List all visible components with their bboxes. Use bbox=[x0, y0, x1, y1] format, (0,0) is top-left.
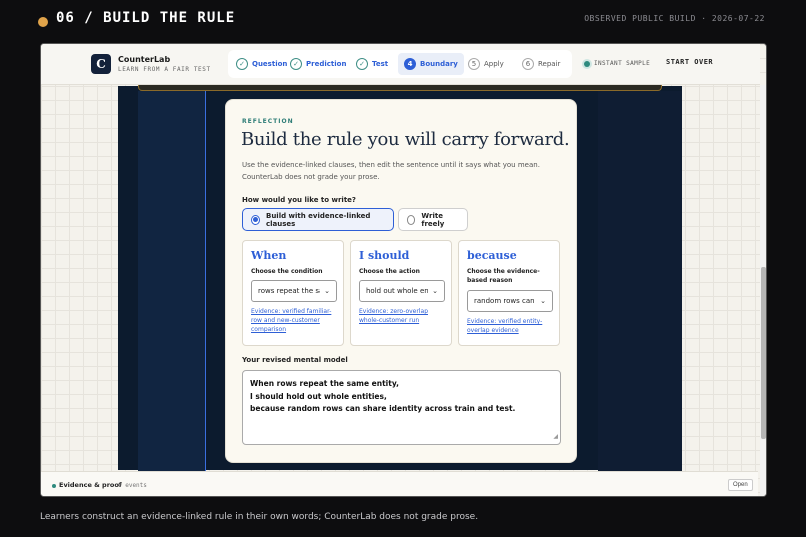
card-title: Build the rule you will carry forward. bbox=[241, 129, 570, 150]
select-value: hold out whole entities bbox=[366, 287, 428, 295]
model-line: I should hold out whole entities, bbox=[250, 391, 387, 401]
evidence-link[interactable]: Evidence: verified familiar-row and new-… bbox=[251, 307, 337, 334]
step-number: 6 bbox=[522, 58, 534, 70]
card-description: Use the evidence-linked clauses, then ed… bbox=[242, 161, 540, 181]
select-value: random rows can share identity bbox=[474, 297, 536, 305]
clause-reason: because Choose the evidence-based reason… bbox=[458, 240, 560, 346]
model-line: because random rows can share identity a… bbox=[250, 404, 516, 413]
logo-icon: C bbox=[91, 54, 111, 74]
brand-name: CounterLab bbox=[118, 55, 171, 64]
status-dot-icon bbox=[52, 484, 56, 488]
left-side-panel bbox=[138, 91, 206, 471]
progress-stepper: ✓ Question ✓ Prediction ✓ Test 4 Boundar… bbox=[228, 50, 572, 78]
chevron-down-icon: ⌄ bbox=[540, 297, 546, 305]
clause-heading: because bbox=[467, 249, 517, 262]
chevron-down-icon: ⌄ bbox=[324, 287, 330, 295]
step-apply[interactable]: 5 Apply bbox=[462, 53, 510, 75]
chevron-down-icon: ⌄ bbox=[432, 287, 438, 295]
radio-empty-icon bbox=[407, 214, 416, 225]
option-label: Build with evidence-linked clauses bbox=[265, 211, 371, 228]
clause-action: I should Choose the action hold out whol… bbox=[350, 240, 452, 346]
clause-when: When Choose the condition rows repeat th… bbox=[242, 240, 344, 346]
app-header: C CounterLab LEARN FROM A FAIR TEST ✓ Qu… bbox=[41, 44, 760, 85]
mental-model-label: Your revised mental model bbox=[242, 356, 348, 364]
reflection-card: REFLECTION Build the rule you will carry… bbox=[225, 99, 577, 463]
step-boundary[interactable]: 4 Boundary bbox=[398, 53, 464, 75]
step-label: Apply bbox=[484, 60, 504, 68]
status-dot bbox=[38, 17, 48, 27]
evidence-link[interactable]: Evidence: verified entity-overlap eviden… bbox=[467, 317, 553, 335]
reason-select[interactable]: random rows can share identity ⌄ bbox=[467, 290, 553, 312]
start-over-button[interactable]: START OVER bbox=[666, 58, 713, 66]
step-test[interactable]: ✓ Test bbox=[350, 53, 394, 75]
condition-select[interactable]: rows repeat the same entity ⌄ bbox=[251, 280, 337, 302]
right-side-panel bbox=[598, 91, 682, 471]
option-label: Write freely bbox=[421, 211, 445, 228]
clause-heading: When bbox=[251, 249, 287, 262]
clause-instruction: Choose the action bbox=[359, 268, 420, 275]
live-dot-icon bbox=[584, 60, 590, 67]
instant-sample-label: INSTANT SAMPLE bbox=[594, 60, 651, 67]
evidence-footer: Evidence & proof 0 events Open bbox=[41, 471, 758, 496]
step-label: Test bbox=[372, 60, 389, 68]
section-eyebrow: REFLECTION bbox=[242, 118, 294, 125]
model-line: When rows repeat the same entity, bbox=[250, 379, 399, 388]
evidence-link[interactable]: Evidence: zero-overlap whole-customer ru… bbox=[359, 307, 445, 325]
step-label: Boundary bbox=[420, 60, 458, 68]
scrollbar-thumb[interactable] bbox=[761, 267, 766, 439]
step-prediction[interactable]: ✓ Prediction bbox=[284, 53, 352, 75]
write-mode-question: How would you like to write? bbox=[242, 196, 356, 204]
app-window: C CounterLab LEARN FROM A FAIR TEST ✓ Qu… bbox=[40, 43, 767, 497]
clause-heading: I should bbox=[359, 249, 410, 262]
instant-sample-indicator: INSTANT SAMPLE bbox=[584, 60, 650, 67]
page-title: 06 / BUILD THE RULE bbox=[56, 10, 236, 26]
event-count: 0 events bbox=[118, 482, 147, 489]
radio-selected-icon bbox=[251, 214, 260, 225]
select-value: rows repeat the same entity bbox=[258, 287, 320, 295]
brand-tagline: LEARN FROM A FAIR TEST bbox=[118, 66, 211, 73]
step-label: Question bbox=[252, 60, 288, 68]
step-label: Prediction bbox=[306, 60, 347, 68]
scrollbar[interactable] bbox=[760, 85, 766, 496]
step-number: 4 bbox=[404, 58, 416, 70]
check-icon: ✓ bbox=[236, 58, 248, 70]
check-icon: ✓ bbox=[356, 58, 368, 70]
option-evidence-clauses[interactable]: Build with evidence-linked clauses bbox=[242, 208, 394, 231]
outer-header: 06 / BUILD THE RULE OBSERVED PUBLIC BUIL… bbox=[0, 0, 806, 40]
option-write-freely[interactable]: Write freely bbox=[398, 208, 468, 231]
clause-instruction: Choose the condition bbox=[251, 268, 323, 275]
check-icon: ✓ bbox=[290, 58, 302, 70]
step-number: 5 bbox=[468, 58, 480, 70]
mental-model-textarea[interactable]: When rows repeat the same entity, I shou… bbox=[242, 370, 561, 445]
clause-instruction: Choose the evidence-based reason bbox=[467, 268, 540, 284]
evidence-proof-label[interactable]: Evidence & proof bbox=[59, 481, 122, 489]
build-info: OBSERVED PUBLIC BUILD · 2026-07-22 bbox=[584, 14, 765, 23]
open-button[interactable]: Open bbox=[728, 479, 753, 491]
resize-handle-icon[interactable]: ◢ bbox=[553, 431, 558, 444]
step-repair[interactable]: 6 Repair bbox=[516, 53, 566, 75]
top-banner-edge bbox=[138, 84, 662, 91]
action-select[interactable]: hold out whole entities ⌄ bbox=[359, 280, 445, 302]
caption: Learners construct an evidence-linked ru… bbox=[40, 512, 479, 522]
step-label: Repair bbox=[538, 60, 561, 68]
